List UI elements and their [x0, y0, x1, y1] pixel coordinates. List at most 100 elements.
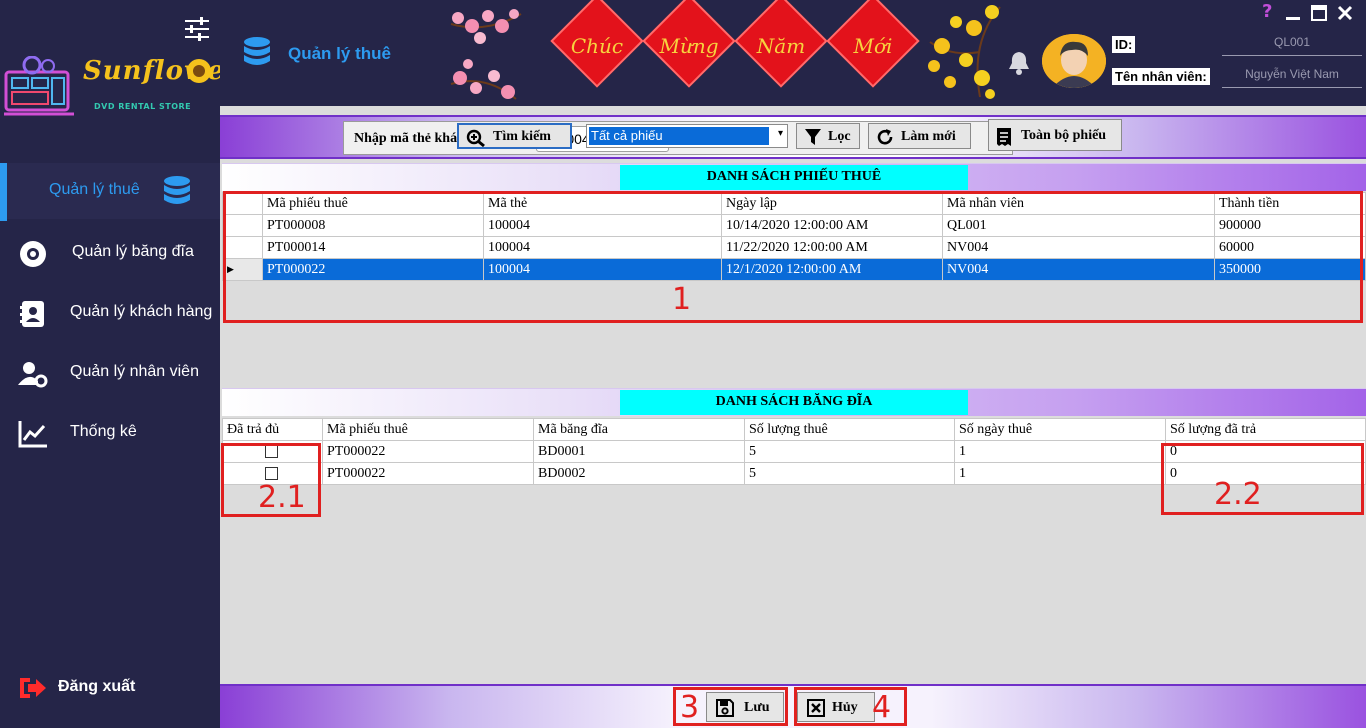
- action-footer: [220, 684, 1366, 728]
- refresh-button-label: Làm mới: [901, 129, 956, 144]
- annotation-label: 2.2: [1214, 477, 1262, 512]
- table-cell[interactable]: 10/14/2020 12:00:00 AM: [721, 214, 943, 237]
- sidebar-item-discs[interactable]: Quản lý băng đĩa: [0, 225, 220, 281]
- greeting-word: Năm: [756, 34, 806, 58]
- column-header[interactable]: Số lượng đã trả: [1165, 418, 1366, 441]
- table-cell[interactable]: 5: [744, 440, 955, 463]
- logout-icon: [20, 678, 46, 698]
- sidebar-item-stats[interactable]: Thống kê: [0, 405, 220, 461]
- refresh-button[interactable]: Làm mới: [868, 123, 971, 149]
- column-header[interactable]: Mã nhân viên: [942, 192, 1215, 215]
- table-cell[interactable]: 1: [954, 440, 1166, 463]
- table-cell[interactable]: 900000: [1214, 214, 1366, 237]
- logout-label: Đăng xuất: [58, 678, 136, 695]
- column-header[interactable]: Số ngày thuê: [954, 418, 1166, 441]
- row-selector-arrow-icon[interactable]: ▶: [222, 258, 263, 281]
- notification-bell-icon[interactable]: [1008, 50, 1030, 76]
- table-row-selected[interactable]: ▶ PT000022 100004 12/1/2020 12:00:00 AM …: [222, 258, 1366, 281]
- avatar[interactable]: [1042, 34, 1106, 88]
- rental-filter-select[interactable]: Tất cả phiếu ▾: [586, 124, 788, 148]
- dvd-store-logo-icon: [4, 55, 74, 116]
- table-cell[interactable]: 100004: [483, 214, 722, 237]
- refresh-icon: [877, 129, 893, 145]
- sidebar-item-staff[interactable]: Quản lý nhân viên: [0, 345, 220, 401]
- column-header[interactable]: Mã phiếu thuê: [322, 418, 534, 441]
- filter-button[interactable]: Lọc: [796, 123, 860, 149]
- logout-button[interactable]: Đăng xuất: [18, 674, 178, 704]
- help-button[interactable]: ?: [1262, 1, 1280, 22]
- table-row[interactable]: PT000022 BD0002 5 1 0: [222, 462, 1366, 485]
- cancel-x-icon: [807, 699, 825, 717]
- table-cell[interactable]: 350000: [1214, 258, 1366, 281]
- top-header: Quản lý thuê Chúc Mừng Năm Mới ID: QL001…: [220, 0, 1366, 106]
- table-row[interactable]: PT000008 100004 10/14/2020 12:00:00 AM Q…: [222, 214, 1366, 237]
- rentals-section-header: DANH SÁCH PHIẾU THUÊ: [222, 163, 1366, 191]
- row-header-cell[interactable]: [222, 236, 263, 259]
- rentals-table[interactable]: Mã phiếu thuê Mã thẻ Ngày lập Mã nhân vi…: [222, 192, 1366, 385]
- table-cell[interactable]: NV004: [942, 236, 1215, 259]
- table-cell[interactable]: 12/1/2020 12:00:00 AM: [721, 258, 943, 281]
- discs-table[interactable]: Đã trả đủ Mã phiếu thuê Mã băng đĩa Số l…: [222, 418, 1366, 682]
- menu-settings-icon[interactable]: [184, 17, 210, 41]
- column-header[interactable]: Mã băng đĩa: [533, 418, 745, 441]
- row-header-cell[interactable]: [222, 214, 263, 237]
- user-name-label: Tên nhân viên:: [1112, 68, 1210, 85]
- zoom-search-icon: [466, 129, 485, 147]
- search-button[interactable]: Tìm kiếm: [457, 123, 572, 149]
- store-logo: Sunflower DVD RENTAL STORE: [4, 55, 239, 120]
- all-rentals-button[interactable]: Toàn bộ phiếu: [988, 119, 1122, 151]
- sunflower-icon: [187, 59, 211, 83]
- returned-checkbox-cell[interactable]: [222, 440, 323, 463]
- column-header[interactable]: Ngày lập: [721, 192, 943, 215]
- table-cell[interactable]: BD0002: [533, 462, 745, 485]
- greeting-word: Mới: [853, 34, 893, 58]
- search-button-label: Tìm kiếm: [493, 129, 551, 144]
- row-header-cell: [222, 192, 263, 215]
- close-icon[interactable]: [1336, 4, 1354, 22]
- filter-button-label: Lọc: [828, 129, 851, 144]
- sidebar-item-label: Quản lý khách hàng: [70, 303, 213, 320]
- column-header[interactable]: Đã trả đủ: [222, 418, 323, 441]
- table-cell[interactable]: QL001: [942, 214, 1215, 237]
- minimize-icon[interactable]: [1284, 4, 1302, 22]
- table-cell[interactable]: 100004: [483, 236, 722, 259]
- logo-title: Sunflower: [83, 56, 240, 86]
- cancel-button[interactable]: Hủy: [797, 692, 875, 722]
- table-cell[interactable]: PT000022: [322, 462, 534, 485]
- returned-checkbox[interactable]: [265, 466, 278, 480]
- table-cell[interactable]: 1: [954, 462, 1166, 485]
- table-cell[interactable]: NV004: [942, 258, 1215, 281]
- discs-section-title: DANH SÁCH BĂNG ĐĨA: [620, 390, 968, 415]
- receipt-icon: [997, 128, 1011, 146]
- table-row[interactable]: PT000014 100004 11/22/2020 12:00:00 AM N…: [222, 236, 1366, 259]
- chevron-down-icon: ▾: [777, 128, 783, 139]
- table-cell[interactable]: 100004: [483, 258, 722, 281]
- column-header[interactable]: Số lượng thuê: [744, 418, 955, 441]
- table-cell[interactable]: 11/22/2020 12:00:00 AM: [721, 236, 943, 259]
- sidebar-item-label: Thống kê: [70, 423, 137, 440]
- column-header[interactable]: Mã phiếu thuê: [262, 192, 484, 215]
- table-cell[interactable]: PT000014: [262, 236, 484, 259]
- column-header[interactable]: Mã thẻ: [483, 192, 722, 215]
- column-header[interactable]: Thành tiền: [1214, 192, 1366, 215]
- table-cell[interactable]: 5: [744, 462, 955, 485]
- returned-checkbox[interactable]: [265, 444, 278, 458]
- table-cell[interactable]: PT000022: [322, 440, 534, 463]
- table-header-row: Mã phiếu thuê Mã thẻ Ngày lập Mã nhân vi…: [222, 192, 1366, 215]
- table-cell[interactable]: BD0001: [533, 440, 745, 463]
- returned-quantity-cell[interactable]: 0: [1165, 440, 1366, 463]
- table-cell[interactable]: PT000022: [262, 258, 484, 281]
- table-cell[interactable]: 60000: [1214, 236, 1366, 259]
- table-cell[interactable]: PT000008: [262, 214, 484, 237]
- returned-quantity-cell[interactable]: 0: [1165, 462, 1366, 485]
- save-button[interactable]: Lưu: [706, 692, 784, 722]
- maximize-icon[interactable]: [1310, 4, 1328, 22]
- table-row[interactable]: PT000022 BD0001 5 1 0: [222, 440, 1366, 463]
- greeting-word: Chúc: [570, 34, 624, 58]
- sidebar-item-rental[interactable]: Quản lý thuê: [0, 163, 220, 221]
- user-id-value: QL001: [1222, 35, 1362, 56]
- sidebar-item-label: Quản lý băng đĩa: [72, 243, 194, 260]
- database-icon: [244, 37, 270, 65]
- sidebar-item-customers[interactable]: Quản lý khách hàng: [0, 285, 220, 341]
- search-toolbar: Nhập mã thẻ khách hàng:: [220, 115, 1366, 159]
